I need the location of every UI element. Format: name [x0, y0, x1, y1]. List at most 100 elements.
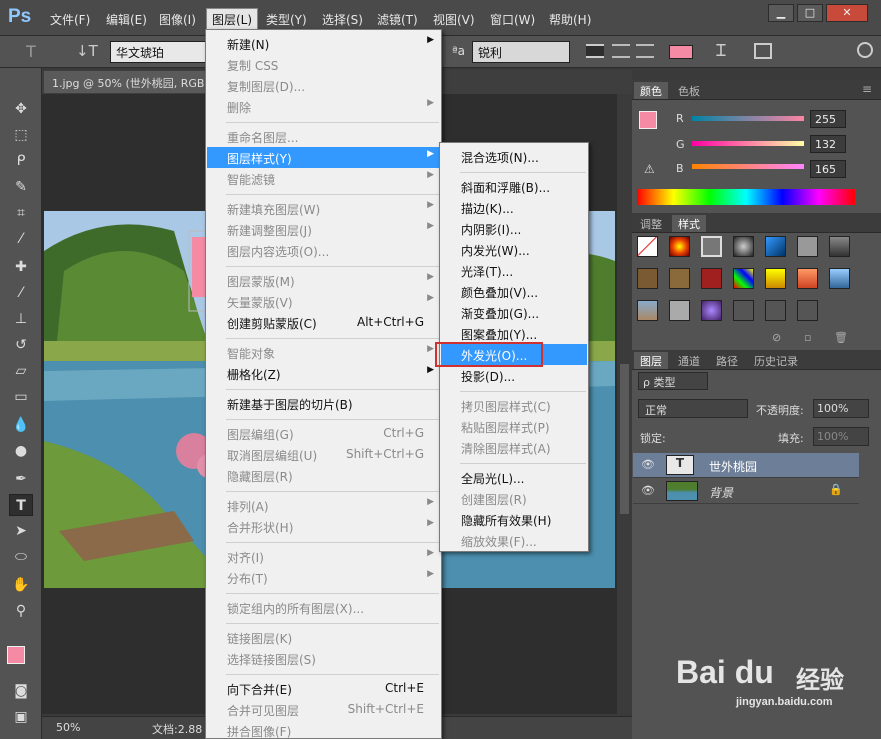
visibility-eye-icon[interactable]: 👁 — [641, 484, 655, 497]
vertical-scrollbar[interactable] — [617, 94, 632, 714]
move-tool-icon[interactable]: ✥ — [9, 98, 33, 120]
style-swatch[interactable] — [765, 300, 786, 321]
style-swatch[interactable] — [701, 236, 722, 257]
zoom-level[interactable]: 50% — [56, 721, 80, 734]
layer-menu-item[interactable]: 图层蒙版(M) ▶ — [207, 270, 440, 291]
layer-menu-item[interactable]: 合并可见图层 Shift+Ctrl+E — [207, 699, 440, 720]
layer-menu-item[interactable]: 取消图层编组(U) Shift+Ctrl+G — [207, 444, 440, 465]
layer-menu-item[interactable]: 删除 ▶ — [207, 96, 440, 117]
opacity-input[interactable]: 100% — [813, 399, 869, 418]
history-brush-icon[interactable]: ↺ — [9, 334, 33, 356]
layer-menu-item[interactable]: 锁定组内的所有图层(X)... — [207, 597, 440, 618]
layer-menu-item[interactable]: 复制 CSS — [207, 54, 440, 75]
cancel-icon[interactable] — [857, 42, 873, 58]
lasso-tool-icon[interactable]: ᑭ — [9, 150, 33, 172]
layer-name[interactable]: 背景 — [709, 484, 733, 501]
style-swatch[interactable] — [765, 268, 786, 289]
layer-menu-item[interactable]: 新建基于图层的切片(B) — [207, 393, 440, 414]
character-panel-icon[interactable] — [754, 43, 772, 59]
menu-window[interactable]: 窗口(W) — [490, 11, 535, 28]
style-menu-item[interactable]: 拷贝图层样式(C) — [441, 395, 587, 416]
align-center-icon[interactable] — [612, 44, 630, 58]
hand-tool-icon[interactable]: ✋ — [9, 574, 33, 596]
fill-input[interactable]: 100% — [813, 427, 869, 446]
blur-tool-icon[interactable]: 💧 — [9, 414, 33, 436]
layer-menu-item[interactable]: 分布(T) ▶ — [207, 567, 440, 588]
channel-r-value[interactable]: 255 — [810, 110, 846, 128]
tab-styles[interactable]: 样式 — [672, 215, 706, 232]
tab-paths[interactable]: 路径 — [710, 352, 744, 369]
layer-menu-item[interactable]: 拼合图像(F) — [207, 720, 440, 739]
tab-channels[interactable]: 通道 — [672, 352, 706, 369]
style-menu-item[interactable]: 渐变叠加(G)... — [441, 302, 587, 323]
layer-menu-item[interactable]: 图层内容选项(O)... — [207, 240, 440, 261]
font-family-select[interactable]: 华文琥珀 — [110, 41, 206, 63]
menu-image[interactable]: 图像(I) — [159, 11, 196, 28]
tab-color[interactable]: 颜色 — [634, 82, 668, 99]
menu-file[interactable]: 文件(F) — [50, 11, 90, 28]
minimize-button[interactable]: ▁ — [768, 4, 794, 22]
style-menu-item[interactable]: 粘贴图层样式(P) — [441, 416, 587, 437]
style-menu-item[interactable]: 全局光(L)... — [441, 467, 587, 488]
text-orientation-icon[interactable]: ↓T — [76, 42, 98, 60]
close-button[interactable]: ✕ — [826, 4, 868, 22]
style-swatch[interactable] — [797, 236, 818, 257]
warp-text-icon[interactable]: Ꮖ — [716, 41, 727, 61]
style-menu-item[interactable]: 混合选项(N)... — [441, 146, 587, 167]
style-swatch[interactable] — [733, 236, 754, 257]
quick-select-tool-icon[interactable]: ✎ — [9, 176, 33, 198]
style-swatch[interactable] — [829, 236, 850, 257]
layer-menu-item[interactable]: 复制图层(D)... — [207, 75, 440, 96]
layer-menu-item[interactable]: 栅格化(Z) ▶ — [207, 363, 440, 384]
style-swatch[interactable] — [733, 268, 754, 289]
layer-menu-item[interactable]: 重命名图层... — [207, 126, 440, 147]
layer-menu-item[interactable]: 对齐(I) ▶ — [207, 546, 440, 567]
menu-help[interactable]: 帮助(H) — [549, 11, 591, 28]
foreground-color-swatch[interactable] — [7, 646, 25, 664]
layer-row[interactable]: 👁 背景 🔒 — [633, 479, 859, 504]
layer-menu-item[interactable]: 隐藏图层(R) — [207, 465, 440, 486]
style-menu-item[interactable]: 清除图层样式(A) — [441, 437, 587, 458]
menu-view[interactable]: 视图(V) — [433, 11, 475, 28]
channel-r-slider[interactable] — [692, 116, 804, 121]
visibility-eye-icon[interactable]: 👁 — [641, 458, 655, 471]
layer-menu-item[interactable]: 创建剪贴蒙版(C) Alt+Ctrl+G — [207, 312, 440, 333]
style-swatch[interactable] — [669, 268, 690, 289]
layer-menu-item[interactable]: 选择链接图层(S) — [207, 648, 440, 669]
channel-g-value[interactable]: 132 — [810, 135, 846, 153]
tab-layers[interactable]: 图层 — [634, 352, 668, 369]
eraser-tool-icon[interactable]: ▱ — [9, 360, 33, 382]
layer-menu-item[interactable]: 智能滤镜 ▶ — [207, 168, 440, 189]
clear-style-icon[interactable]: ⊘ — [772, 331, 781, 344]
screen-mode-icon[interactable]: ▣ — [9, 706, 33, 728]
maximize-button[interactable]: □ — [797, 4, 823, 22]
layer-filter-select[interactable]: ρ 类型 — [638, 372, 708, 390]
type-tool-icon[interactable]: T — [9, 494, 33, 516]
layer-menu-item[interactable]: 智能对象 ▶ — [207, 342, 440, 363]
color-fg-swatch[interactable] — [639, 111, 657, 129]
style-menu-item[interactable]: 内发光(W)... — [441, 239, 587, 260]
style-swatch[interactable] — [637, 268, 658, 289]
style-menu-item[interactable]: 投影(D)... — [441, 365, 587, 386]
style-swatch[interactable] — [637, 236, 658, 257]
blend-mode-select[interactable]: 正常 — [638, 399, 748, 418]
style-menu-item[interactable]: 隐藏所有效果(H) — [441, 509, 587, 530]
style-swatch[interactable] — [829, 268, 850, 289]
eyedropper-tool-icon[interactable]: ⁄ — [9, 228, 33, 250]
healing-brush-icon[interactable]: ✚ — [9, 256, 33, 278]
layer-menu-item[interactable]: 新建调整图层(J) ▶ — [207, 219, 440, 240]
dodge-tool-icon[interactable]: ● — [9, 440, 33, 462]
style-menu-item[interactable]: 颜色叠加(V)... — [441, 281, 587, 302]
tab-history[interactable]: 历史记录 — [748, 352, 804, 369]
style-swatch[interactable] — [797, 300, 818, 321]
layer-menu-item[interactable]: 新建填充图层(W) ▶ — [207, 198, 440, 219]
layer-menu-item[interactable]: 合并形状(H) ▶ — [207, 516, 440, 537]
channel-g-slider[interactable] — [692, 141, 804, 146]
color-spectrum[interactable] — [637, 189, 855, 205]
menu-select[interactable]: 选择(S) — [322, 11, 363, 28]
crop-tool-icon[interactable]: ⌗ — [9, 202, 33, 224]
style-swatch[interactable] — [797, 268, 818, 289]
align-left-icon[interactable] — [586, 44, 604, 58]
layer-menu-item[interactable]: 向下合并(E) Ctrl+E — [207, 678, 440, 699]
text-color-swatch[interactable] — [669, 45, 693, 59]
